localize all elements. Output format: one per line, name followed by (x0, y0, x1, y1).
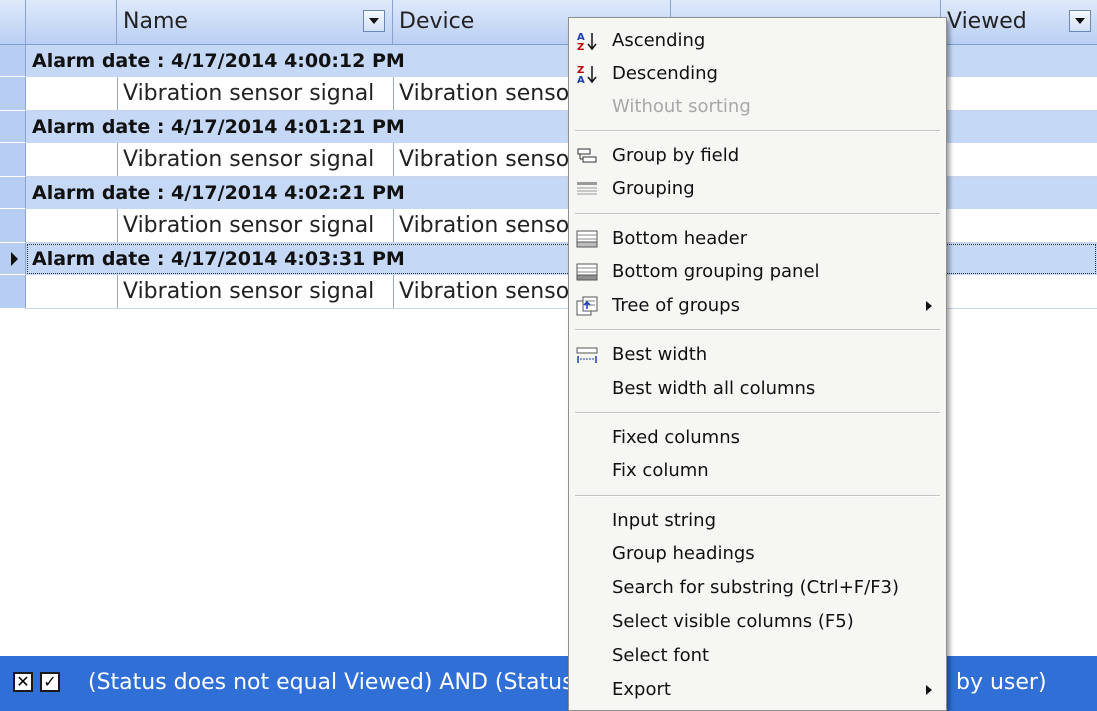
filter-expression-text[interactable]: (Status does not equal Viewed) AND (Stat… (88, 666, 574, 700)
header-col-viewed[interactable]: Viewed (941, 0, 1097, 44)
menu-item-grouping[interactable]: Grouping (569, 172, 946, 206)
row-indicator[interactable] (0, 111, 26, 143)
column-dropdown-button[interactable] (1069, 10, 1091, 32)
bottom-grouping-panel-icon (576, 263, 598, 281)
cell-device[interactable]: Vibration sensor (393, 209, 571, 242)
menu-item-ascending[interactable]: A Z Ascending (569, 24, 946, 58)
menu-separator (575, 329, 940, 331)
cell-device[interactable]: Vibration sensor (393, 77, 571, 110)
current-row-arrow-icon (11, 252, 18, 266)
filter-expression-text-end[interactable]: by user) (956, 666, 1047, 700)
row-indicator[interactable] (0, 275, 26, 309)
cell-name[interactable]: Vibration sensor signal (117, 143, 393, 176)
menu-item-tree-of-groups[interactable]: Tree of groups (569, 289, 946, 323)
cell-name[interactable]: Vibration sensor signal (117, 77, 393, 110)
group-by-field-icon (577, 148, 597, 163)
clear-filter-button[interactable]: ✕ (13, 672, 33, 692)
menu-separator (575, 495, 940, 497)
menu-item-without-sorting[interactable]: Without sorting (569, 90, 946, 124)
sort-descending-icon: Z A (577, 65, 597, 84)
submenu-arrow-icon (926, 685, 932, 695)
menu-item-fixed-columns[interactable]: Fixed columns (569, 421, 946, 455)
close-icon: ✕ (16, 672, 30, 691)
header-col-name[interactable]: Name (117, 0, 393, 44)
filter-enabled-checkbox[interactable]: ✓ (40, 672, 60, 692)
header-indicator-cell (0, 0, 26, 44)
tree-of-groups-icon (576, 296, 598, 316)
menu-item-group-by-field[interactable]: Group by field (569, 139, 946, 173)
header-col-device-label: Device (399, 9, 475, 34)
row-indicator[interactable] (0, 77, 26, 111)
grouping-icon (577, 182, 597, 195)
menu-item-fix-column[interactable]: Fix column (569, 454, 946, 488)
menu-item-descending[interactable]: Z A Descending (569, 57, 946, 91)
bottom-header-icon (576, 230, 598, 248)
best-width-icon (576, 347, 598, 363)
column-context-menu: A Z Ascending Z A Descending Without sor… (568, 17, 947, 711)
menu-item-bottom-header[interactable]: Bottom header (569, 222, 946, 256)
menu-item-select-visible-columns[interactable]: Select visible columns (F5) (569, 605, 946, 639)
menu-separator (575, 130, 940, 132)
header-col-viewed-label: Viewed (947, 9, 1027, 34)
menu-item-select-font[interactable]: Select font (569, 639, 946, 673)
menu-item-input-string[interactable]: Input string (569, 504, 946, 538)
header-col-blank[interactable] (26, 0, 117, 44)
menu-item-export[interactable]: Export (569, 673, 946, 707)
menu-separator (575, 412, 940, 414)
submenu-arrow-icon (926, 301, 932, 311)
cell-name[interactable]: Vibration sensor signal (117, 275, 393, 308)
svg-text:Z: Z (577, 42, 584, 51)
row-indicator[interactable] (0, 45, 26, 77)
row-indicator[interactable] (0, 177, 26, 209)
menu-item-best-width[interactable]: Best width (569, 338, 946, 372)
svg-text:A: A (577, 75, 585, 84)
header-col-name-label: Name (123, 9, 188, 34)
row-indicator[interactable] (0, 143, 26, 177)
column-dropdown-button[interactable] (363, 10, 385, 32)
row-indicator[interactable] (0, 209, 26, 243)
menu-item-search-substring[interactable]: Search for substring (Ctrl+F/F3) (569, 571, 946, 605)
checkmark-icon: ✓ (43, 672, 57, 691)
cell-device[interactable]: Vibration sensor (393, 275, 571, 308)
cell-device[interactable]: Vibration sensor (393, 143, 571, 176)
menu-item-best-width-all-columns[interactable]: Best width all columns (569, 372, 946, 406)
row-indicator-current[interactable] (0, 243, 26, 275)
menu-item-bottom-grouping-panel[interactable]: Bottom grouping panel (569, 255, 946, 289)
menu-separator (575, 213, 940, 215)
menu-item-group-headings[interactable]: Group headings (569, 537, 946, 571)
cell-name[interactable]: Vibration sensor signal (117, 209, 393, 242)
sort-ascending-icon: A Z (577, 32, 597, 51)
